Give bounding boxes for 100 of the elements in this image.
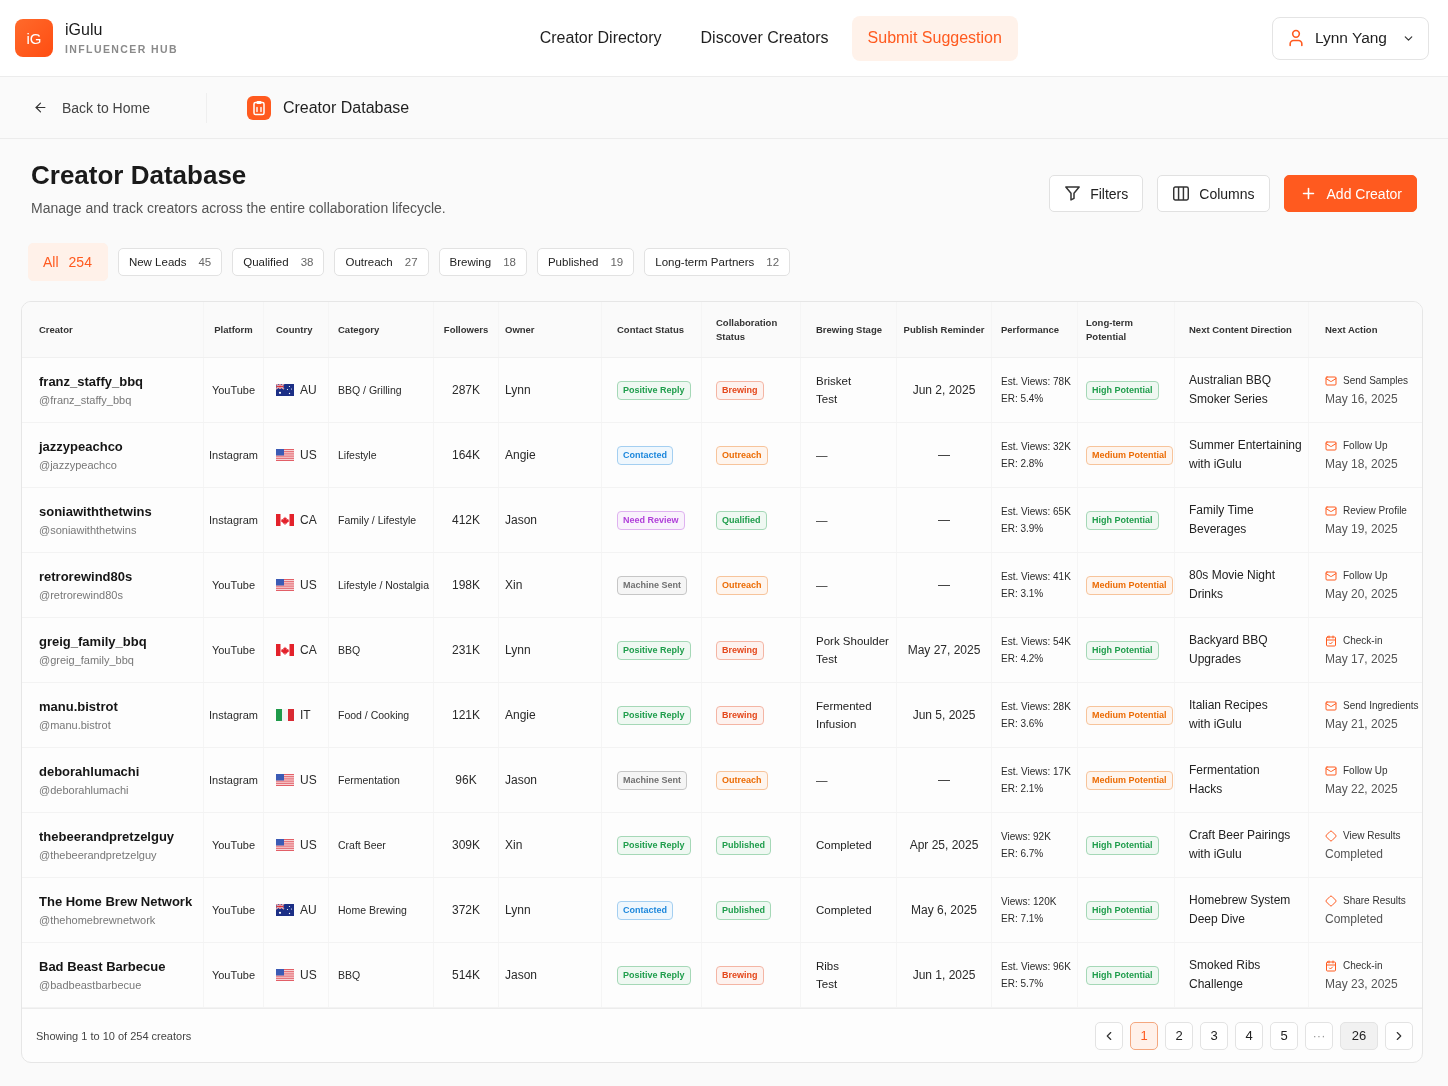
publish-date: Jun 2, 2025 bbox=[912, 383, 976, 397]
flag-icon bbox=[276, 839, 294, 851]
country-code: US bbox=[300, 578, 317, 592]
country-code: US bbox=[300, 968, 317, 982]
contact-status-tag: Positive Reply bbox=[617, 965, 691, 985]
potential-tag: Medium Potential bbox=[1086, 575, 1173, 595]
collaboration-status-tag: Brewing bbox=[716, 640, 764, 660]
creator-handle: @soniawiththetwins bbox=[39, 524, 137, 536]
creator-name: deborahlumachi bbox=[39, 764, 140, 779]
category-text: Fermentation bbox=[338, 774, 400, 786]
creator-name: greig_family_bbq bbox=[39, 634, 147, 649]
views-text: Est. Views: 17K bbox=[1001, 766, 1071, 777]
creator-handle: @badbeastbarbecue bbox=[39, 979, 142, 991]
creator-handle: @retrorewind80s bbox=[39, 589, 123, 601]
funnel-icon bbox=[1065, 186, 1081, 201]
stage-filter-tab[interactable]: Qualified 38 bbox=[232, 248, 325, 276]
engagement-rate: ER: 6.7% bbox=[1001, 848, 1044, 859]
contact-status-tag: Positive Reply bbox=[617, 835, 691, 855]
action-label: View Results bbox=[1343, 830, 1401, 841]
column-header: Next Action bbox=[1325, 322, 1378, 337]
mail-icon bbox=[1325, 374, 1337, 387]
creator-name: manu.bistrot bbox=[39, 699, 118, 714]
views-text: Views: 120K bbox=[1001, 896, 1057, 907]
next-page-button[interactable] bbox=[1385, 1021, 1413, 1050]
content-direction: Homebrew System Deep Dive bbox=[1189, 892, 1291, 928]
owner-name: Angie bbox=[505, 708, 536, 722]
action-date: May 18, 2025 bbox=[1325, 456, 1398, 471]
page-button[interactable]: 5 bbox=[1270, 1021, 1298, 1050]
nav-tab[interactable]: Creator Directory bbox=[523, 15, 678, 61]
stage-filter-tab[interactable]: Outreach 27 bbox=[334, 248, 429, 276]
stage-filter-tab[interactable]: Long-term Partners 12 bbox=[644, 248, 791, 276]
action-label: Check-in bbox=[1343, 960, 1383, 971]
engagement-rate: ER: 4.2% bbox=[1001, 653, 1044, 664]
flag-icon bbox=[276, 644, 294, 656]
owner-name: Lynn bbox=[505, 643, 531, 657]
flag-icon bbox=[276, 514, 294, 526]
platform-name: Instagram bbox=[209, 774, 258, 786]
views-text: Est. Views: 96K bbox=[1001, 961, 1071, 972]
potential-tag: High Potential bbox=[1086, 510, 1159, 530]
stage-filter-tab[interactable]: Published 19 bbox=[536, 248, 635, 276]
potential-tag: Medium Potential bbox=[1086, 705, 1173, 725]
columns-button[interactable]: Columns bbox=[1157, 175, 1270, 212]
creator-name: Bad Beast Barbecue bbox=[39, 959, 166, 974]
collaboration-status-tag: Qualified bbox=[716, 510, 767, 530]
contact-status-tag: Contacted bbox=[617, 900, 673, 920]
content-direction: Fermentation Hacks bbox=[1189, 762, 1260, 798]
platform-name: YouTube bbox=[211, 579, 256, 591]
follower-count: 412K bbox=[452, 513, 480, 527]
country-code: US bbox=[300, 448, 317, 462]
clipboard-icon bbox=[246, 95, 271, 120]
action-label: Follow Up bbox=[1343, 570, 1388, 581]
brewing-stage-text: Ribs Test bbox=[816, 959, 839, 992]
content-direction: Smoked Ribs Challenge bbox=[1189, 957, 1261, 993]
page-button[interactable]: 4 bbox=[1235, 1021, 1263, 1050]
mail-icon bbox=[1325, 764, 1337, 777]
owner-name: Xin bbox=[505, 578, 523, 592]
creator-name: soniawiththetwins bbox=[39, 504, 152, 519]
calendar-check-icon bbox=[1325, 959, 1337, 972]
follower-count: 96K bbox=[455, 773, 477, 787]
stage-filter-tab[interactable]: Brewing 18 bbox=[438, 248, 527, 276]
brewing-stage-text: Fermented Infusion bbox=[816, 699, 872, 732]
page-button[interactable]: 26 bbox=[1340, 1021, 1378, 1050]
flag-icon bbox=[276, 384, 294, 396]
views-text: Views: 92K bbox=[1001, 831, 1051, 842]
page-button[interactable]: 3 bbox=[1200, 1021, 1228, 1050]
page-button[interactable]: 2 bbox=[1165, 1021, 1193, 1050]
stage-filter-tab[interactable]: New Leads 45 bbox=[117, 248, 223, 276]
contact-status-tag: Machine Sent bbox=[617, 770, 687, 790]
page-title: Creator Database bbox=[31, 160, 248, 190]
content-direction: Family Time Beverages bbox=[1189, 502, 1254, 538]
content-direction: Australian BBQ Smoker Series bbox=[1189, 372, 1272, 408]
brewing-stage-text: — bbox=[816, 448, 828, 463]
engagement-rate: ER: 2.8% bbox=[1001, 458, 1044, 469]
back-link[interactable]: Back to Home bbox=[33, 99, 150, 116]
collaboration-status-tag: Brewing bbox=[716, 380, 764, 400]
mail-icon bbox=[1325, 504, 1337, 517]
platform-name: YouTube bbox=[211, 839, 256, 851]
creator-handle: @deborahlumachi bbox=[39, 784, 129, 796]
category-text: Lifestyle / Nostalgia bbox=[338, 579, 430, 591]
publish-date: May 27, 2025 bbox=[907, 643, 981, 657]
action-date: May 23, 2025 bbox=[1325, 976, 1398, 991]
flag-icon bbox=[276, 579, 294, 591]
follower-count: 198K bbox=[452, 578, 480, 592]
owner-name: Xin bbox=[505, 838, 523, 852]
brewing-stage-text: — bbox=[816, 578, 828, 593]
previous-page-button[interactable] bbox=[1095, 1021, 1123, 1050]
potential-tag: High Potential bbox=[1086, 640, 1159, 660]
nav-tab[interactable]: Discover Creators bbox=[684, 15, 845, 61]
collaboration-status-tag: Outreach bbox=[716, 575, 768, 595]
action-date: May 17, 2025 bbox=[1325, 651, 1398, 666]
potential-tag: High Potential bbox=[1086, 835, 1159, 855]
column-header: Brewing Stage bbox=[816, 322, 882, 337]
category-text: Lifestyle bbox=[338, 449, 377, 461]
user-menu-button[interactable]: Lynn Yang bbox=[1271, 16, 1429, 60]
views-text: Est. Views: 41K bbox=[1001, 571, 1071, 582]
mail-icon bbox=[1325, 439, 1337, 452]
country-code: CA bbox=[300, 643, 317, 657]
action-date: May 16, 2025 bbox=[1325, 391, 1398, 406]
filter-button[interactable]: Filters bbox=[1049, 175, 1144, 212]
views-text: Est. Views: 32K bbox=[1001, 441, 1071, 452]
